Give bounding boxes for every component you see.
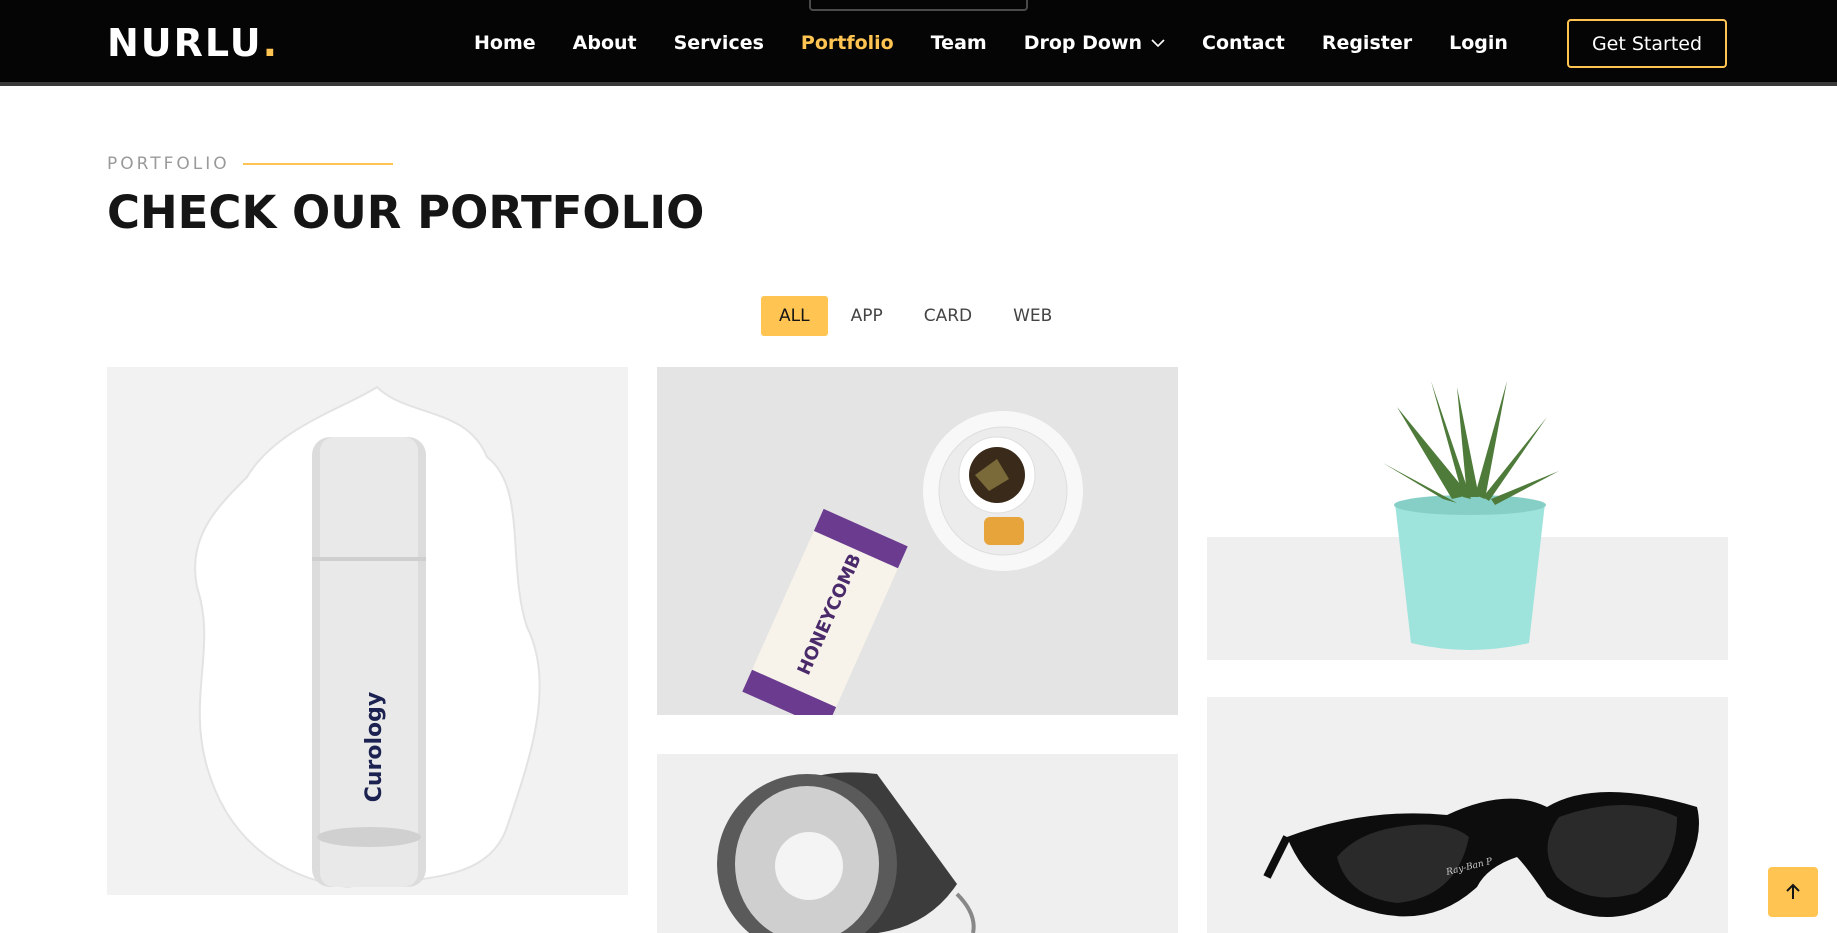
filter-app[interactable]: APP xyxy=(833,296,901,336)
section-title: CHECK OUR PORTFOLIO xyxy=(107,186,705,239)
get-started-button[interactable]: Get Started xyxy=(1567,19,1727,68)
plant-image xyxy=(1207,367,1728,660)
section-label-text: PORTFOLIO xyxy=(107,154,230,174)
portfolio-item-bottle[interactable]: Curology xyxy=(107,367,628,895)
nav-item-portfolio[interactable]: Portfolio xyxy=(801,27,894,59)
nav-item-home[interactable]: Home xyxy=(474,27,536,59)
bottle-brand-text: Curology xyxy=(362,692,387,803)
filter-card[interactable]: CARD xyxy=(906,296,990,336)
nav-item-team[interactable]: Team xyxy=(931,27,987,59)
portfolio-item-lamp[interactable] xyxy=(657,754,1178,933)
portfolio-item-sunglasses[interactable]: Ray-Ban P xyxy=(1207,697,1728,933)
tea-image: HONEYCOMB xyxy=(657,367,1178,715)
lamp-image xyxy=(657,754,1178,933)
site-header: NURLU. Home About Services Portfolio Tea… xyxy=(0,0,1837,86)
portfolio-item-plant[interactable] xyxy=(1207,367,1728,660)
logo-text: NURLU xyxy=(107,21,263,65)
filter-all[interactable]: ALL xyxy=(761,296,828,336)
site-logo[interactable]: NURLU. xyxy=(107,22,279,64)
nav-item-services[interactable]: Services xyxy=(674,27,764,59)
main-nav: Home About Services Portfolio Team Drop … xyxy=(474,27,1545,59)
logo-dot: . xyxy=(262,21,280,65)
section-label-line xyxy=(242,163,393,165)
arrow-up-icon xyxy=(1786,883,1800,899)
scroll-top-button[interactable] xyxy=(1768,867,1818,917)
nav-item-dropdown[interactable]: Drop Down xyxy=(1024,27,1165,59)
section-label: PORTFOLIO xyxy=(107,154,393,174)
nav-item-about[interactable]: About xyxy=(573,27,637,59)
nav-item-contact[interactable]: Contact xyxy=(1202,27,1285,59)
nav-item-dropdown-label: Drop Down xyxy=(1023,32,1143,54)
chevron-down-icon xyxy=(1151,39,1165,48)
nav-item-login[interactable]: Login xyxy=(1449,27,1508,59)
nav-item-register[interactable]: Register xyxy=(1322,27,1412,59)
portfolio-item-tea[interactable]: HONEYCOMB xyxy=(657,367,1178,715)
sunglasses-image: Ray-Ban P xyxy=(1207,697,1728,933)
bottle-image: Curology xyxy=(107,367,628,895)
filter-web[interactable]: WEB xyxy=(995,296,1070,336)
header-notch-decoration xyxy=(809,0,1028,11)
portfolio-filters: ALL APP CARD WEB xyxy=(761,296,1075,336)
